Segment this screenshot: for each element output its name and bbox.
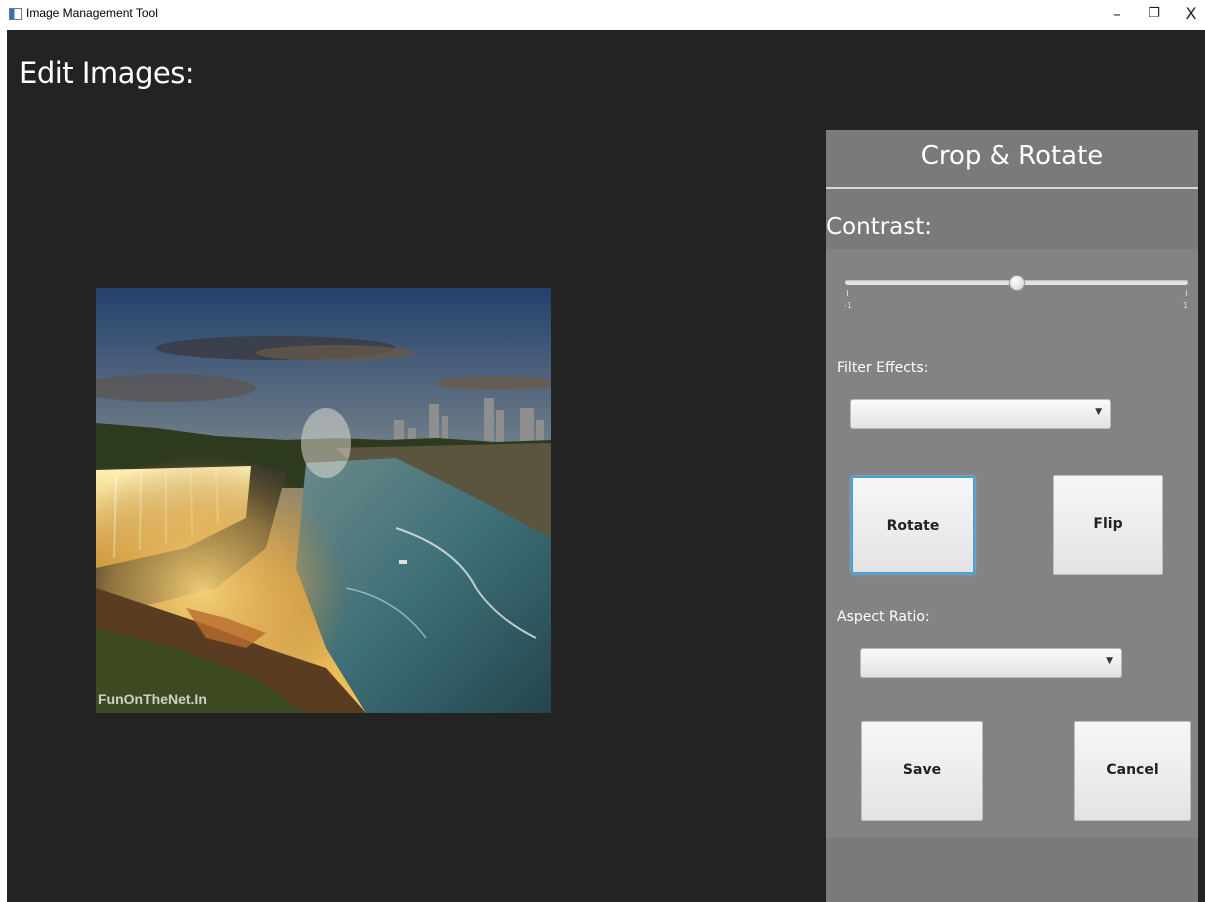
slider-max-tick [1186,290,1187,296]
crop-rotate-panel: Crop & Rotate Contrast: -1 1 Filter Effe… [826,130,1198,902]
cancel-button[interactable]: Cancel [1074,721,1191,821]
panel-title: Crop & Rotate [920,141,1104,171]
title-bar: Image Management Tool – ❐ X [0,0,1205,30]
rotate-button[interactable]: Rotate [851,476,975,574]
app-icon [9,8,22,20]
save-button-label: Save [902,762,942,778]
window-title: Image Management Tool [26,6,158,20]
chevron-down-icon: ▼ [1095,407,1102,417]
contrast-label: Contrast: [826,214,933,240]
rotate-button-label: Rotate [886,518,940,534]
filter-effects-label: Filter Effects: [837,360,929,376]
panel-header: Crop & Rotate [826,130,1198,188]
minimize-button[interactable]: – [1102,3,1132,25]
flip-button-label: Flip [1093,516,1123,532]
waterfall-photo [96,288,551,713]
chevron-down-icon: ▼ [1106,656,1113,666]
aspect-ratio-label: Aspect Ratio: [837,609,930,625]
slider-max-label: 1 [1183,301,1189,310]
image-watermark: FunOnTheNet.In [98,691,207,707]
save-button[interactable]: Save [861,721,983,821]
panel-divider [826,187,1198,189]
maximize-button[interactable]: ❐ [1139,3,1169,25]
flip-button[interactable]: Flip [1053,475,1163,575]
close-button[interactable]: X [1176,3,1205,25]
contrast-slider-thumb[interactable] [1008,275,1025,291]
slider-min-tick [847,290,848,296]
image-preview: FunOnTheNet.In [96,288,551,713]
slider-min-label: -1 [844,301,852,310]
page-title: Edit Images: [19,56,195,90]
filter-effects-dropdown[interactable]: ▼ [850,399,1111,429]
aspect-ratio-dropdown[interactable]: ▼ [860,648,1122,678]
cancel-button-label: Cancel [1106,762,1159,778]
